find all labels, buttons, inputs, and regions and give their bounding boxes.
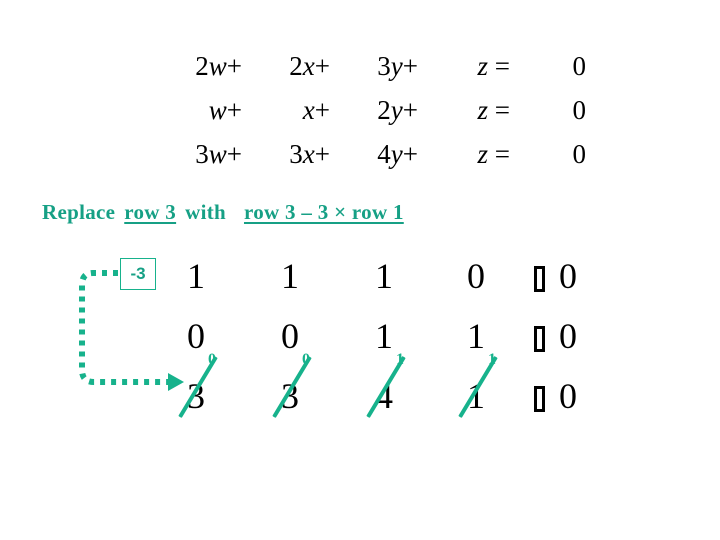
equation-term-z: z = <box>477 139 511 169</box>
equation-rhs: 0 <box>572 51 587 81</box>
equation-rhs: 0 <box>572 95 587 125</box>
equation-term-y: 3y+ <box>377 51 418 81</box>
matrix-rhs-cell: 0 <box>559 316 577 356</box>
matrix-rhs-cell: 0 <box>559 256 577 296</box>
matrix-cell: 1 <box>467 376 485 416</box>
equation-row: w+ x+ 2y+ z = 0 <box>150 88 590 132</box>
equation-rhs: 0 <box>572 139 587 169</box>
equation-term-y: 4y+ <box>377 139 418 169</box>
replacement-value: 0 <box>302 351 310 368</box>
instruction-target-row: row 3 <box>124 200 177 224</box>
matrix-divider-glyph <box>528 368 550 424</box>
equation-term-z: z = <box>477 95 511 125</box>
equation-term-x: 3x+ <box>289 139 330 169</box>
curved-arrow-icon <box>79 270 184 391</box>
instruction-operation: row 3 – 3 × row 1 <box>243 200 404 224</box>
equation-term-w: 3w+ <box>195 139 242 169</box>
matrix-cell: 3 <box>281 376 299 416</box>
matrix-cell: 0 <box>467 256 485 296</box>
system-of-equations: 2w+ 2x+ 3y+ z = 0 w+ x+ 2y+ z = 0 3w+ 3x… <box>150 44 590 176</box>
matrix-cell: 4 <box>375 376 393 416</box>
matrix-cell: 1 <box>281 256 299 296</box>
slide-canvas: 2w+ 2x+ 3y+ z = 0 w+ x+ 2y+ z = 0 3w+ 3x… <box>0 0 720 540</box>
equation-term-w: 2w+ <box>195 51 242 81</box>
replacement-value: 1 <box>488 351 496 368</box>
matrix-divider-glyph <box>528 248 550 304</box>
matrix-cell: 1 <box>375 256 393 296</box>
replacement-value: 1 <box>396 351 404 368</box>
equation-row: 2w+ 2x+ 3y+ z = 0 <box>150 44 590 88</box>
arrow-path <box>79 270 170 385</box>
equation-term-w: w+ <box>208 95 242 125</box>
row-operation-instruction: Replace row 3 with row 3 – 3 × row 1 <box>42 200 404 225</box>
instruction-lead: Replace <box>42 200 116 224</box>
equation-term-x: x+ <box>302 95 330 125</box>
equation-term-z: z = <box>477 51 511 81</box>
equation-term-y: 2y+ <box>377 95 418 125</box>
matrix-divider-glyph <box>528 308 550 364</box>
equation-term-x: 2x+ <box>289 51 330 81</box>
instruction-connector: with <box>185 200 226 224</box>
equation-row: 3w+ 3x+ 4y+ z = 0 <box>150 132 590 176</box>
arrow-head <box>168 373 184 391</box>
matrix-rhs-cell: 0 <box>559 376 577 416</box>
